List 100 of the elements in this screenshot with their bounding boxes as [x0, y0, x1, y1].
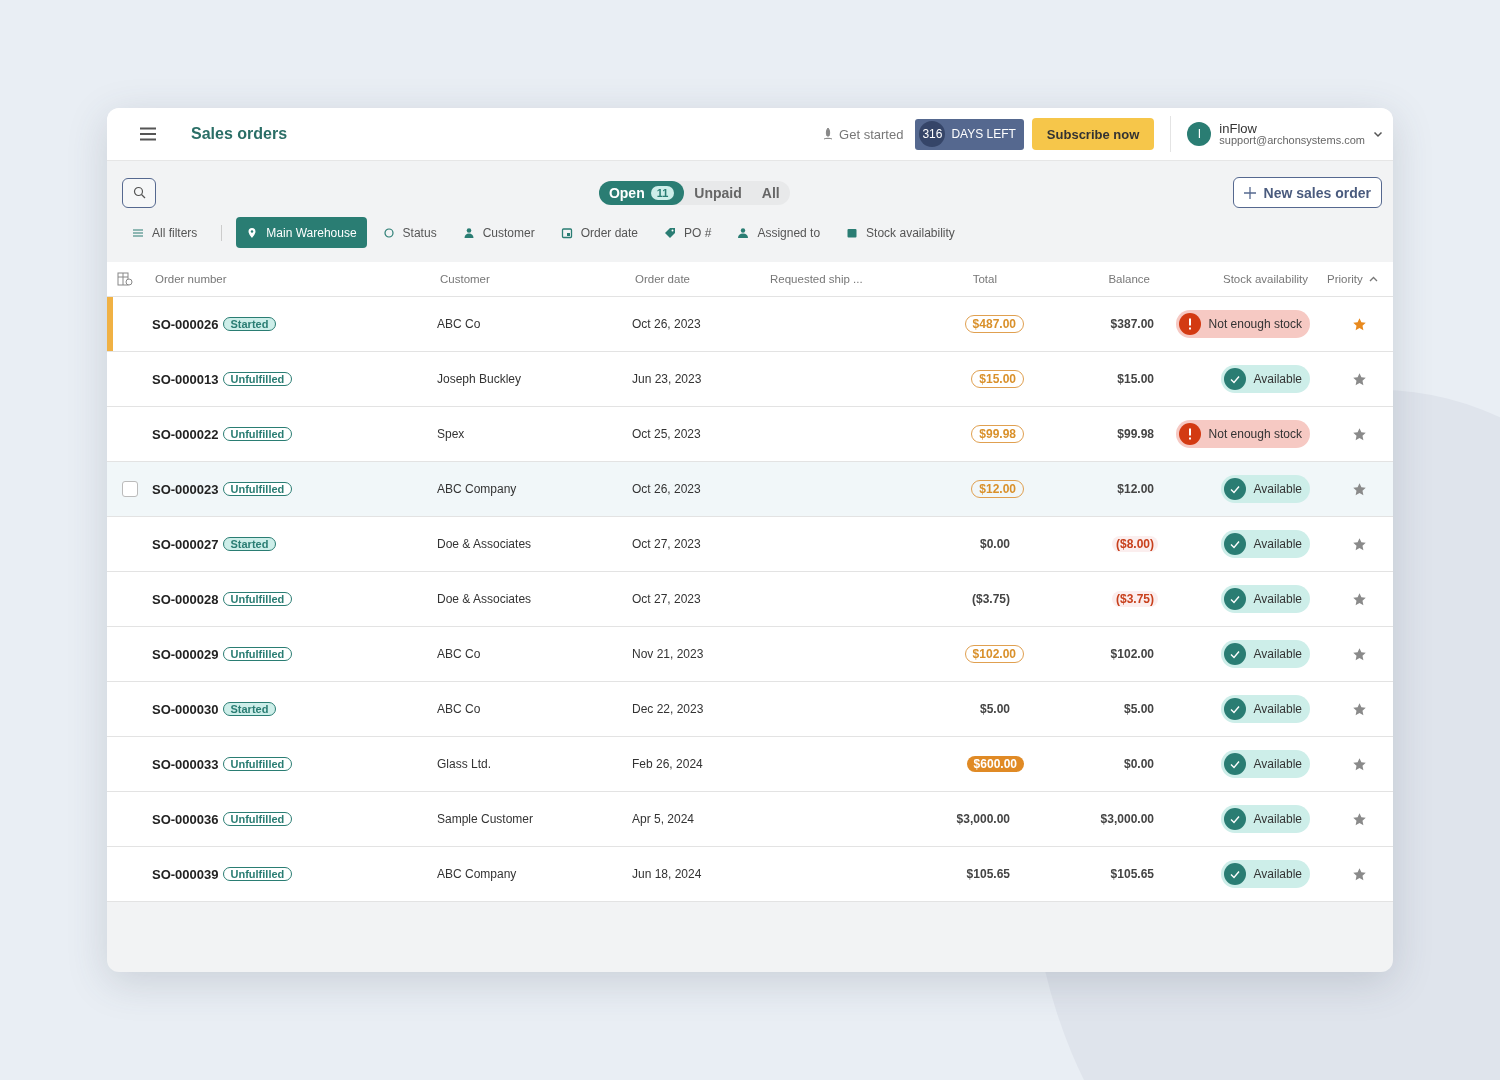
- account-avatar[interactable]: I: [1187, 122, 1212, 146]
- star-icon[interactable]: [1352, 371, 1367, 387]
- people-icon: [737, 226, 750, 239]
- count-badge: 11: [650, 185, 675, 200]
- table-cell-text: Oct 27, 2023: [632, 592, 702, 606]
- table-cell-text: Spex: [437, 427, 466, 441]
- balance-amount: ($3.75): [1111, 591, 1158, 607]
- total-amount: $5.00: [978, 701, 1011, 717]
- balance-amount: $5.00: [1122, 701, 1155, 717]
- balance-amount: $105.65: [1109, 866, 1155, 882]
- check-icon: [1223, 863, 1246, 885]
- star-icon[interactable]: [1352, 811, 1367, 827]
- table-cell-text: Jun 18, 2024: [632, 867, 703, 881]
- table-cell-text: Oct 26, 2023: [632, 482, 702, 496]
- get-started-link[interactable]: Get started: [821, 126, 904, 142]
- balance-amount: $387.00: [1109, 316, 1155, 332]
- table-cell-text: ABC Co: [437, 702, 482, 716]
- column-header[interactable]: Order number: [152, 273, 437, 285]
- order-number[interactable]: SO-000026: [152, 316, 219, 332]
- table-cell-text: ABC Company: [437, 867, 518, 881]
- order-number[interactable]: SO-000030: [152, 701, 219, 717]
- star-icon[interactable]: [1352, 481, 1367, 497]
- calendar-icon: [560, 226, 573, 239]
- star-icon[interactable]: [1352, 646, 1367, 662]
- stock-status-pill: Available: [1220, 750, 1310, 778]
- table-cell-text: Dec 22, 2023: [632, 702, 705, 716]
- order-number[interactable]: SO-000036: [152, 811, 219, 827]
- total-amount: $3,000.00: [955, 811, 1011, 827]
- trial-days-button[interactable]: 316 DAYS LEFT: [915, 118, 1024, 150]
- sort-up-icon[interactable]: [1368, 274, 1378, 284]
- subscribe-button[interactable]: Subscribe now: [1031, 118, 1155, 150]
- filter-chip[interactable]: Assigned to: [727, 217, 831, 248]
- stock-status-pill: Available: [1220, 365, 1310, 393]
- order-number[interactable]: SO-000022: [152, 426, 219, 442]
- filter-tab[interactable]: Open 11: [598, 180, 685, 205]
- status-tag: Unfulfilled: [222, 757, 293, 771]
- filter-tab[interactable]: All: [751, 180, 790, 205]
- star-icon[interactable]: [1352, 756, 1367, 772]
- star-icon[interactable]: [1352, 866, 1367, 882]
- column-header[interactable]: Stock availability: [1162, 273, 1312, 285]
- total-amount: $600.00: [966, 756, 1024, 772]
- order-number[interactable]: SO-000029: [152, 646, 219, 662]
- star-icon[interactable]: [1352, 591, 1367, 607]
- filter-chip[interactable]: All filters: [122, 217, 208, 248]
- column-header[interactable]: Balance: [1027, 273, 1162, 285]
- new-sales-order-button[interactable]: New sales order: [1232, 177, 1382, 208]
- order-number[interactable]: SO-000013: [152, 371, 219, 387]
- filter-chip[interactable]: Status: [372, 217, 447, 248]
- check-icon: [1223, 698, 1246, 720]
- filter-chip[interactable]: Customer: [452, 217, 545, 248]
- check-icon: [1223, 808, 1246, 830]
- column-header[interactable]: Total: [937, 273, 1027, 285]
- status-tag: Started: [222, 537, 277, 551]
- order-number[interactable]: SO-000023: [152, 481, 219, 497]
- check-icon: [1223, 643, 1246, 665]
- stock-status-pill: Available: [1220, 585, 1310, 613]
- check-icon: [1223, 753, 1246, 775]
- table-cell-text: Sample Customer: [437, 812, 535, 826]
- filter-chip[interactable]: Main Warehouse: [236, 217, 367, 248]
- stock-status-pill: Not enough stock: [1175, 310, 1310, 338]
- order-number[interactable]: SO-000027: [152, 536, 219, 552]
- balance-amount: $3,000.00: [1099, 811, 1155, 827]
- filter-chip[interactable]: Stock availability: [836, 217, 965, 248]
- filter-tab[interactable]: Unpaid: [684, 180, 752, 205]
- account-name: inFlow: [1219, 122, 1258, 135]
- columns-icon[interactable]: [117, 272, 133, 286]
- balance-amount: $12.00: [1116, 481, 1155, 497]
- search-icon: [132, 186, 146, 199]
- filter-icon: [132, 226, 144, 239]
- column-header[interactable]: Priority: [1327, 273, 1363, 285]
- filter-chip[interactable]: Order date: [550, 217, 649, 248]
- status-tag: Unfulfilled: [222, 592, 293, 606]
- star-icon[interactable]: [1352, 426, 1367, 442]
- column-header[interactable]: Requested ship ...: [767, 273, 937, 285]
- star-icon[interactable]: [1352, 701, 1367, 717]
- row-checkbox[interactable]: [122, 481, 138, 497]
- menu-icon[interactable]: [139, 127, 157, 141]
- status-tag: Unfulfilled: [222, 482, 293, 496]
- circle-icon: [382, 226, 395, 239]
- total-amount: ($3.75): [970, 591, 1011, 607]
- table-cell-text: Doe & Associates: [437, 592, 533, 606]
- column-header[interactable]: Order date: [632, 273, 767, 285]
- order-number[interactable]: SO-000039: [152, 866, 219, 882]
- table-cell-text: Oct 26, 2023: [632, 317, 702, 331]
- search-button[interactable]: [122, 177, 156, 208]
- balance-amount: ($8.00): [1111, 536, 1158, 552]
- star-icon[interactable]: [1352, 316, 1367, 332]
- stock-status-pill: Available: [1220, 475, 1310, 503]
- table-cell-text: Jun 23, 2023: [632, 372, 703, 386]
- status-tag: Unfulfilled: [222, 812, 293, 826]
- chevron-down-icon[interactable]: [1373, 129, 1383, 139]
- filter-chip[interactable]: PO #: [654, 217, 722, 248]
- table-cell-text: Nov 21, 2023: [632, 647, 705, 661]
- star-icon[interactable]: [1352, 536, 1367, 552]
- order-number[interactable]: SO-000033: [152, 756, 219, 772]
- order-number[interactable]: SO-000028: [152, 591, 219, 607]
- stock-status-pill: Available: [1220, 805, 1310, 833]
- total-amount: $0.00: [978, 536, 1011, 552]
- column-header[interactable]: Customer: [437, 273, 632, 285]
- box-icon: [846, 226, 859, 239]
